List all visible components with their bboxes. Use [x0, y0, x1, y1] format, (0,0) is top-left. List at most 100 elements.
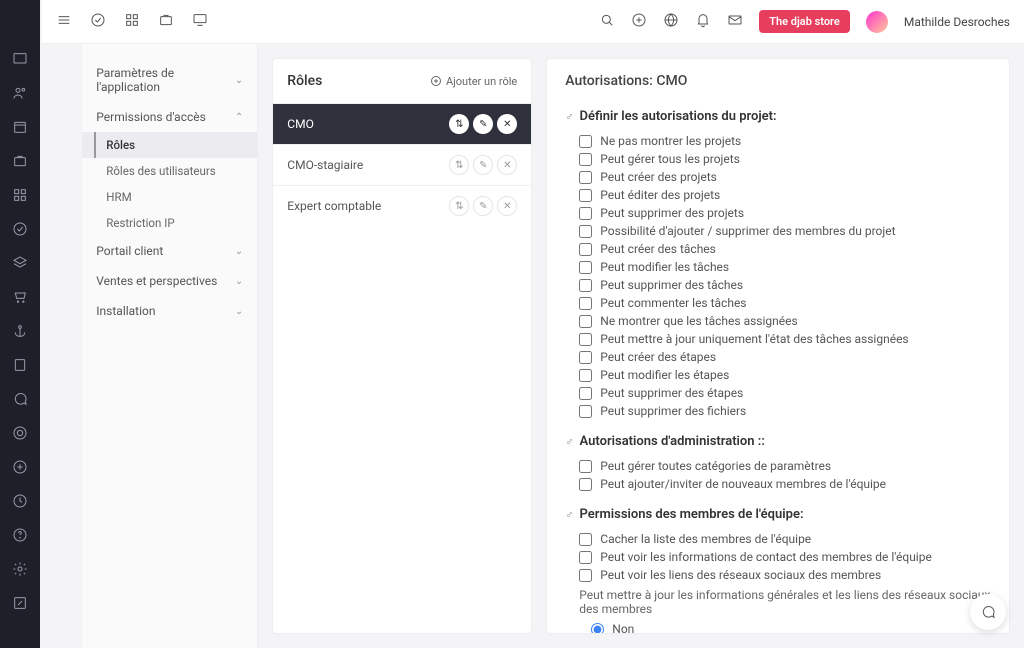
team-radio-input[interactable]: [591, 623, 604, 635]
role-edit-icon[interactable]: ✎: [473, 155, 493, 175]
rail-chat-icon[interactable]: [0, 391, 40, 407]
team-perm-item[interactable]: Peut voir les informations de contact de…: [579, 548, 991, 566]
role-delete-icon[interactable]: ✕: [497, 155, 517, 175]
rail-edit-icon[interactable]: [0, 595, 40, 611]
rail-dashboard-icon[interactable]: [0, 51, 40, 67]
project-perm-item[interactable]: Peut supprimer des tâches: [579, 276, 991, 294]
role-sort-icon[interactable]: ⇅: [449, 155, 469, 175]
admin-perm-item[interactable]: Peut ajouter/inviter de nouveaux membres…: [579, 475, 991, 493]
admin-perm-item[interactable]: Peut gérer toutes catégories de paramètr…: [579, 457, 991, 475]
project-perm-item[interactable]: Peut mettre à jour uniquement l'état des…: [579, 330, 991, 348]
nav-user-roles[interactable]: Rôles des utilisateurs: [82, 158, 257, 184]
role-delete-icon[interactable]: ✕: [497, 196, 517, 216]
project-perm-item[interactable]: Peut créer des projets: [579, 168, 991, 186]
plus-icon[interactable]: [631, 12, 647, 32]
nav-ip-restrict[interactable]: Restriction IP: [82, 210, 257, 236]
username-label[interactable]: Mathilde Desroches: [904, 15, 1010, 29]
rail-help-icon[interactable]: [0, 425, 40, 441]
monitor-icon[interactable]: [192, 12, 208, 32]
role-row[interactable]: CMO ⇅ ✎ ✕: [273, 103, 531, 144]
project-perm-checkbox[interactable]: [579, 405, 592, 418]
project-perm-checkbox[interactable]: [579, 153, 592, 166]
grid-icon[interactable]: [124, 12, 140, 32]
role-edit-icon[interactable]: ✎: [473, 196, 493, 216]
project-perm-item[interactable]: Peut modifier les tâches: [579, 258, 991, 276]
project-perm-checkbox[interactable]: [579, 135, 592, 148]
project-perm-checkbox[interactable]: [579, 333, 592, 346]
nav-hrm[interactable]: HRM: [82, 184, 257, 210]
role-edit-icon[interactable]: ✎: [473, 114, 493, 134]
team-perm-item[interactable]: Cacher la liste des membres de l'équipe: [579, 530, 991, 548]
project-perm-item[interactable]: Peut gérer tous les projets: [579, 150, 991, 168]
role-name: Expert comptable: [287, 199, 381, 213]
role-row[interactable]: CMO-stagiaire ⇅ ✎ ✕: [273, 144, 531, 185]
project-perm-checkbox[interactable]: [579, 207, 592, 220]
rail-briefcase-icon[interactable]: [0, 153, 40, 169]
project-perm-label: Ne pas montrer les projets: [600, 134, 741, 148]
project-perm-item[interactable]: Ne montrer que les tâches assignées: [579, 312, 991, 330]
project-perm-checkbox[interactable]: [579, 351, 592, 364]
nav-sales[interactable]: Ventes et perspectives ⌄: [82, 266, 257, 296]
project-perm-item[interactable]: Possibilité d'ajouter / supprimer des me…: [579, 222, 991, 240]
nav-app-settings[interactable]: Paramètres de l'application ⌄: [82, 58, 257, 102]
project-perm-item[interactable]: Ne pas montrer les projets: [579, 132, 991, 150]
project-perm-item[interactable]: Peut modifier les étapes: [579, 366, 991, 384]
project-perm-item[interactable]: Peut créer des tâches: [579, 240, 991, 258]
team-perm-checkbox[interactable]: [579, 569, 592, 582]
search-icon[interactable]: [599, 12, 615, 32]
project-perm-item[interactable]: Peut supprimer des projets: [579, 204, 991, 222]
mail-icon[interactable]: [727, 12, 743, 32]
project-perm-checkbox[interactable]: [579, 225, 592, 238]
nav-label: Portail client: [96, 244, 163, 258]
project-perm-checkbox[interactable]: [579, 369, 592, 382]
check-circle-icon[interactable]: [90, 12, 106, 32]
add-role-button[interactable]: Ajouter un rôle: [430, 75, 517, 88]
rail-plus-circle-icon[interactable]: [0, 459, 40, 475]
rail-calendar-icon[interactable]: [0, 119, 40, 135]
rail-layers-icon[interactable]: [0, 255, 40, 271]
nav-roles[interactable]: Rôles: [82, 132, 257, 158]
nav-installation[interactable]: Installation ⌄: [82, 296, 257, 326]
project-perm-item[interactable]: Peut supprimer des étapes: [579, 384, 991, 402]
project-perm-checkbox[interactable]: [579, 279, 592, 292]
project-perm-item[interactable]: Peut éditer des projets: [579, 186, 991, 204]
globe-icon[interactable]: [663, 12, 679, 32]
rail-anchor-icon[interactable]: [0, 323, 40, 339]
project-perm-checkbox[interactable]: [579, 315, 592, 328]
store-button[interactable]: The djab store: [759, 10, 850, 33]
role-row[interactable]: Expert comptable ⇅ ✎ ✕: [273, 185, 531, 226]
rail-settings-icon[interactable]: [0, 561, 40, 577]
briefcase-icon[interactable]: [158, 12, 174, 32]
menu-icon[interactable]: [56, 12, 72, 32]
project-perm-item[interactable]: Peut supprimer des fichiers: [579, 402, 991, 420]
role-sort-icon[interactable]: ⇅: [449, 114, 469, 134]
nav-client-portal[interactable]: Portail client ⌄: [82, 236, 257, 266]
team-perm-checkbox[interactable]: [579, 551, 592, 564]
rail-book-icon[interactable]: [0, 357, 40, 373]
project-perm-checkbox[interactable]: [579, 243, 592, 256]
project-perm-checkbox[interactable]: [579, 171, 592, 184]
team-perm-item[interactable]: Peut voir les liens des réseaux sociaux …: [579, 566, 991, 584]
role-sort-icon[interactable]: ⇅: [449, 196, 469, 216]
role-delete-icon[interactable]: ✕: [497, 114, 517, 134]
avatar[interactable]: [866, 11, 888, 33]
admin-perm-checkbox[interactable]: [579, 478, 592, 491]
project-perm-checkbox[interactable]: [579, 387, 592, 400]
project-perm-item[interactable]: Peut créer des étapes: [579, 348, 991, 366]
project-perm-checkbox[interactable]: [579, 189, 592, 202]
team-perm-checkbox[interactable]: [579, 533, 592, 546]
project-perm-item[interactable]: Peut commenter les tâches: [579, 294, 991, 312]
rail-apps-icon[interactable]: [0, 187, 40, 203]
rail-question-icon[interactable]: [0, 527, 40, 543]
help-bubble-button[interactable]: [970, 594, 1006, 630]
project-perm-checkbox[interactable]: [579, 297, 592, 310]
team-radio-item[interactable]: Non: [591, 620, 991, 634]
rail-check-icon[interactable]: [0, 221, 40, 237]
nav-access-perms[interactable]: Permissions d'accès ⌃: [82, 102, 257, 132]
rail-users-icon[interactable]: [0, 85, 40, 101]
bell-icon[interactable]: [695, 12, 711, 32]
rail-cart-icon[interactable]: [0, 289, 40, 305]
admin-perm-checkbox[interactable]: [579, 460, 592, 473]
project-perm-checkbox[interactable]: [579, 261, 592, 274]
rail-clock-icon[interactable]: [0, 493, 40, 509]
